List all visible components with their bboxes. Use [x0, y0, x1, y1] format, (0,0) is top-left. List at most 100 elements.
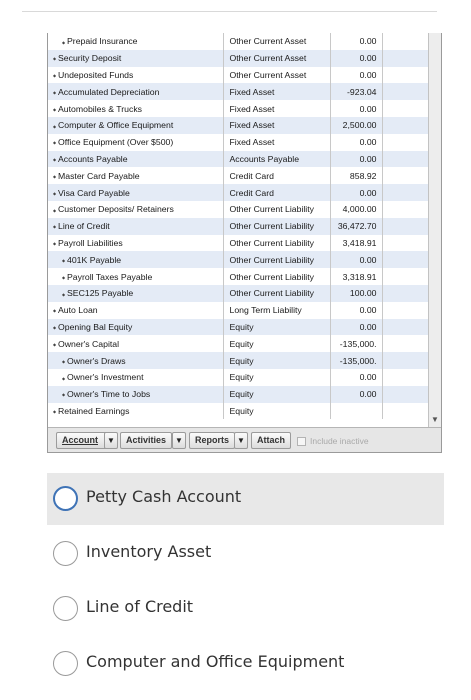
- answer-option-petty-cash[interactable]: Petty Cash Account: [47, 473, 444, 525]
- radio-button[interactable]: [53, 541, 78, 566]
- account-row[interactable]: ◆ Security Deposit Other Current Asset 0.00: [48, 49, 430, 67]
- account-row[interactable]: ◆ Owner's Investment Equity 0.00: [48, 368, 430, 386]
- diamond-bullet-icon: ◆: [61, 39, 66, 45]
- account-balance-cell: 0.00: [330, 368, 383, 386]
- account-name-cell: ◆ Automobiles & Trucks: [48, 100, 224, 117]
- account-type-cell: Other Current Asset: [223, 49, 331, 67]
- account-balance-cell: 0.00: [330, 385, 383, 403]
- account-row[interactable]: ◆ Computer & Office Equipment Fixed Asset 2…: [48, 116, 430, 134]
- answer-option-computer-office-equipment[interactable]: Computer and Office Equipment: [47, 638, 444, 690]
- account-balance-cell: [330, 402, 383, 420]
- account-name-cell: ◆ 401K Payable: [48, 251, 224, 269]
- account-balance-cell: 4,000.00: [330, 200, 383, 218]
- account-row[interactable]: ◆ Owner's Draws Equity -135,000.: [48, 352, 430, 369]
- blank-cell: [382, 217, 430, 235]
- account-name-cell: ◆ Owner's Investment: [48, 368, 224, 386]
- blank-cell: [382, 83, 430, 101]
- account-row[interactable]: ◆ Prepaid Insurance Other Current Asset 0.0…: [48, 33, 430, 50]
- account-type-cell: Other Current Liability: [223, 200, 331, 218]
- diamond-bullet-icon: ◆: [52, 173, 57, 179]
- account-name-cell: ◆ Accumulated Depreciation: [48, 83, 224, 101]
- blank-cell: [382, 268, 430, 285]
- account-dropdown-arrow-icon[interactable]: ▼: [104, 432, 118, 449]
- account-balance-cell: 3,318.91: [330, 268, 383, 285]
- diamond-bullet-icon: ◆: [52, 308, 57, 314]
- account-type-cell: Fixed Asset: [223, 83, 331, 101]
- account-type-cell: Other Current Asset: [223, 66, 331, 84]
- account-row[interactable]: ◆ Opening Bal Equity Equity 0.00: [48, 318, 430, 336]
- blank-cell: [382, 302, 430, 319]
- vertical-scrollbar[interactable]: ▼: [428, 33, 441, 427]
- account-row[interactable]: ◆ Master Card Payable Credit Card 858.92: [48, 167, 430, 185]
- include-inactive-label: Include inactive: [310, 436, 369, 446]
- account-balance-cell: 0.00: [330, 150, 383, 168]
- account-name: 401K Payable: [67, 254, 122, 265]
- reports-dropdown-arrow-icon[interactable]: ▼: [234, 432, 248, 449]
- account-row[interactable]: ◆ Owner's Time to Jobs Equity 0.00: [48, 385, 430, 403]
- account-name-cell: ◆ Master Card Payable: [48, 167, 224, 185]
- account-name-cell: ◆ Owner's Time to Jobs: [48, 385, 224, 403]
- account-row[interactable]: ◆ Office Equipment (Over $500) Fixed Asset…: [48, 133, 430, 151]
- account-row[interactable]: ◆ Undeposited Funds Other Current Asset 0.0…: [48, 66, 430, 84]
- diamond-bullet-icon: ◆: [52, 207, 57, 213]
- blank-cell: [382, 100, 430, 117]
- account-name-cell: ◆ Line of Credit: [48, 217, 224, 235]
- account-name: Payroll Taxes Payable: [67, 271, 153, 282]
- account-row[interactable]: ◆ SEC125 Payable Other Current Liability 10…: [48, 284, 430, 302]
- account-name-cell: ◆ Customer Deposits/ Retainers: [48, 200, 224, 218]
- account-row[interactable]: ◆ Owner's Capital Equity -135,000.: [48, 335, 430, 353]
- account-row[interactable]: ◆ Line of Credit Other Current Liability 36…: [48, 217, 430, 235]
- account-row[interactable]: ◆ Accumulated Depreciation Fixed Asset -923…: [48, 83, 430, 101]
- account-name: Owner's Draws: [67, 355, 126, 366]
- account-name-cell: ◆ Opening Bal Equity: [48, 318, 224, 336]
- account-balance-cell: -923.04: [330, 83, 383, 101]
- account-row[interactable]: ◆ Accounts Payable Accounts Payable 0.00: [48, 150, 430, 168]
- radio-button[interactable]: [53, 651, 78, 676]
- account-balance-cell: 0.00: [330, 33, 383, 50]
- attach-button[interactable]: Attach: [251, 432, 291, 449]
- account-type-cell: Equity: [223, 318, 331, 336]
- diamond-bullet-icon: ◆: [52, 56, 57, 62]
- account-row[interactable]: ◆ Auto Loan Long Term Liability 0.00: [48, 301, 430, 319]
- activities-menu-button[interactable]: Activities: [120, 432, 172, 449]
- account-balance-cell: 36,472.70: [330, 217, 383, 235]
- radio-button-selected[interactable]: [53, 486, 78, 511]
- account-row[interactable]: ◆ Retained Earnings Equity: [48, 402, 430, 420]
- account-button-label: Account: [62, 435, 98, 445]
- account-row[interactable]: ◆ Payroll Taxes Payable Other Current Liab…: [48, 268, 430, 285]
- chart-of-accounts-window: ◆ Prepaid Insurance Other Current Asset 0.0…: [47, 33, 442, 453]
- answer-option-line-of-credit[interactable]: Line of Credit: [47, 583, 444, 635]
- account-type-cell: Equity: [223, 402, 331, 420]
- blank-cell: [382, 403, 430, 420]
- account-row[interactable]: ◆ Customer Deposits/ Retainers Other Curre…: [48, 200, 430, 218]
- blank-cell: [382, 318, 430, 336]
- account-type-cell: Accounts Payable: [223, 150, 331, 168]
- account-row[interactable]: ◆ Visa Card Payable Credit Card 0.00: [48, 184, 430, 201]
- account-name-cell: ◆ Office Equipment (Over $500): [48, 133, 224, 151]
- account-name: Owner's Investment: [67, 372, 144, 383]
- radio-button[interactable]: [53, 596, 78, 621]
- scroll-down-arrow-icon[interactable]: ▼: [429, 415, 441, 425]
- account-row[interactable]: ◆ Automobiles & Trucks Fixed Asset 0.00: [48, 100, 430, 117]
- account-type-cell: Long Term Liability: [223, 301, 331, 319]
- diamond-bullet-icon: ◆: [52, 157, 57, 163]
- answer-option-label: Line of Credit: [86, 597, 194, 616]
- blank-cell: [382, 49, 430, 67]
- include-inactive-checkbox[interactable]: [297, 437, 306, 446]
- account-row[interactable]: ◆ 401K Payable Other Current Liability 0.00: [48, 251, 430, 269]
- account-type-cell: Credit Card: [223, 167, 331, 185]
- activities-dropdown-arrow-icon[interactable]: ▼: [172, 432, 186, 449]
- blank-cell: [382, 67, 430, 84]
- account-row[interactable]: ◆ Payroll Liabilities Other Current Liabil…: [48, 234, 430, 252]
- account-menu-button[interactable]: Account: [56, 432, 109, 449]
- account-name: Owner's Capital: [58, 338, 120, 349]
- account-name-cell: ◆ Visa Card Payable: [48, 184, 224, 201]
- blank-cell: [382, 134, 430, 151]
- reports-menu-button[interactable]: Reports: [189, 432, 235, 449]
- blank-cell: [382, 352, 430, 369]
- blank-cell: [382, 33, 430, 50]
- answer-option-inventory-asset[interactable]: Inventory Asset: [47, 528, 444, 580]
- account-type-cell: Other Current Liability: [223, 284, 331, 302]
- account-name: Owner's Time to Jobs: [67, 389, 151, 400]
- account-name-cell: ◆ Undeposited Funds: [48, 66, 224, 84]
